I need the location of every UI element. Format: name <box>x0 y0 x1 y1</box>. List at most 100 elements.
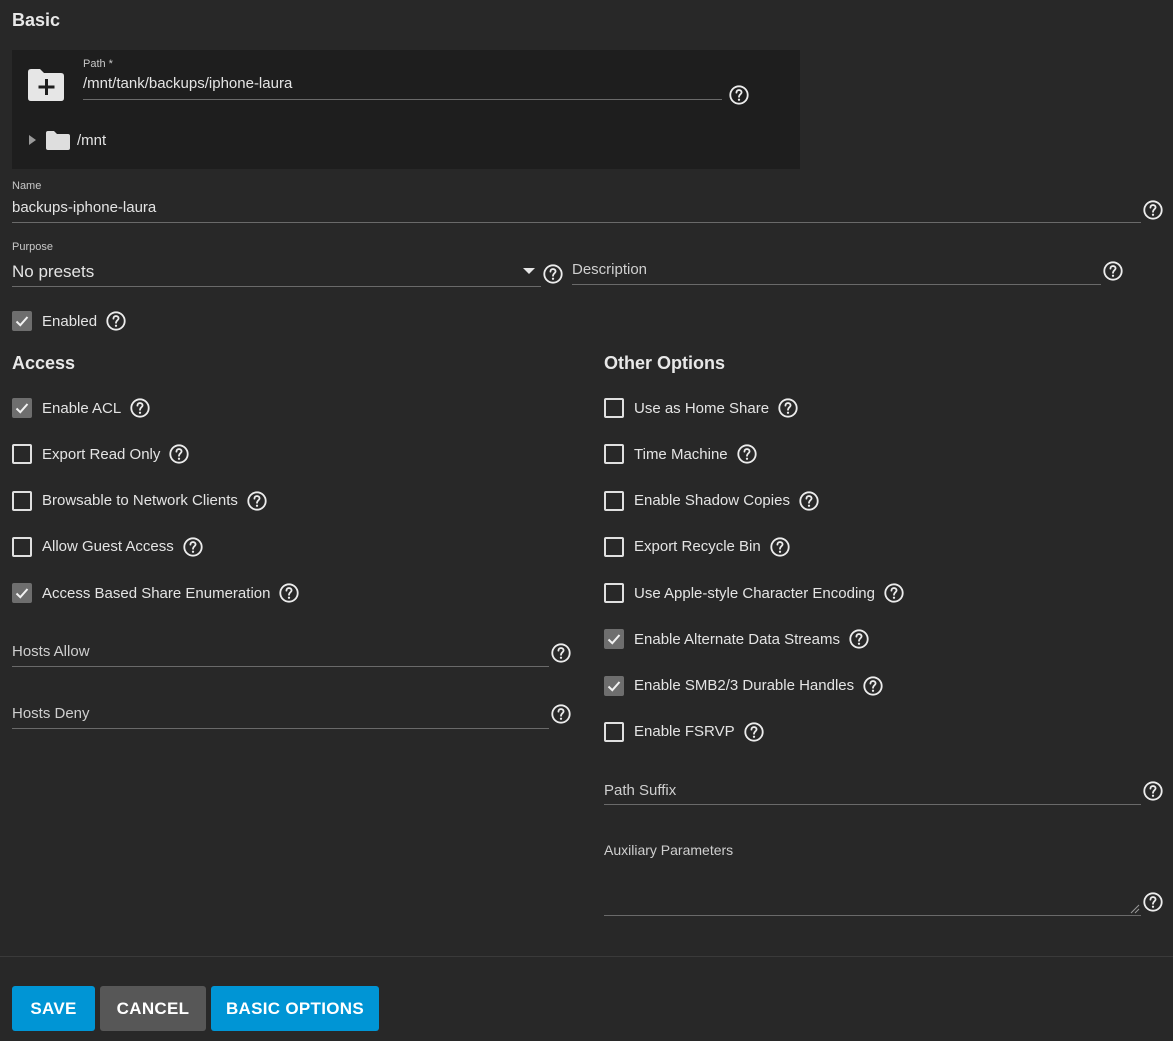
hosts-allow-help[interactable] <box>550 642 572 664</box>
time-machine-checkbox[interactable] <box>604 444 624 465</box>
description-input[interactable]: Description <box>572 258 1101 285</box>
help-icon[interactable] <box>550 703 572 725</box>
export-read-only-checkbox[interactable] <box>12 444 32 465</box>
option-enable-smb2-3-durable-handles[interactable]: Enable SMB2/3 Durable Handles <box>604 674 884 698</box>
resize-handle-icon[interactable] <box>1130 904 1140 914</box>
help-icon[interactable] <box>883 582 905 604</box>
use-as-home-share-help[interactable] <box>777 397 799 419</box>
enable-smb2-3-durable-handles-help[interactable] <box>862 675 884 697</box>
use-as-home-share-checkbox[interactable] <box>604 398 624 418</box>
tree-node-mnt[interactable]: /mnt <box>26 130 106 150</box>
enable-fsrvp-help[interactable] <box>743 721 765 743</box>
help-icon[interactable] <box>743 721 765 743</box>
enabled-help[interactable] <box>105 310 127 332</box>
enabled-label: Enabled <box>42 312 98 330</box>
save-button[interactable]: SAVE <box>12 986 95 1031</box>
option-export-recycle-bin[interactable]: Export Recycle Bin <box>604 535 791 559</box>
path-input[interactable]: /mnt/tank/backups/iphone-laura <box>83 75 722 100</box>
enable-alternate-data-streams-label: Enable Alternate Data Streams <box>634 630 840 648</box>
aux-params-textarea[interactable] <box>604 866 1141 916</box>
enable-smb2-3-durable-handles-checkbox[interactable] <box>604 675 624 696</box>
browsable-to-network-clients-checkbox[interactable] <box>12 490 32 511</box>
description-help[interactable] <box>1102 260 1124 282</box>
use-apple-style-character-encoding-checkbox[interactable] <box>604 583 624 603</box>
help-icon[interactable] <box>798 490 820 512</box>
export-read-only-help[interactable] <box>168 443 190 465</box>
option-time-machine[interactable]: Time Machine <box>604 442 758 466</box>
access-based-share-enumeration-checkbox[interactable] <box>12 583 32 603</box>
help-icon[interactable] <box>848 628 870 650</box>
name-help[interactable] <box>1142 199 1164 221</box>
enable-smb2-3-durable-handles-label: Enable SMB2/3 Durable Handles <box>634 677 855 694</box>
enabled-checkbox[interactable] <box>12 311 32 331</box>
path-suffix-placeholder: Path Suffix <box>604 782 677 799</box>
enable-alternate-data-streams-help[interactable] <box>848 628 870 650</box>
help-icon[interactable] <box>777 397 799 419</box>
enable-acl-checkbox[interactable] <box>12 398 32 418</box>
help-icon[interactable] <box>246 490 268 512</box>
help-icon[interactable] <box>728 84 750 106</box>
option-enable-alternate-data-streams[interactable]: Enable Alternate Data Streams <box>604 627 870 651</box>
option-browsable-to-network-clients[interactable]: Browsable to Network Clients <box>12 489 268 513</box>
help-icon[interactable] <box>550 642 572 664</box>
help-icon[interactable] <box>105 310 127 332</box>
hosts-deny-input[interactable]: Hosts Deny <box>12 702 549 729</box>
hosts-deny-placeholder: Hosts Deny <box>12 705 90 722</box>
help-icon[interactable] <box>542 263 564 285</box>
enable-fsrvp-checkbox[interactable] <box>604 721 624 742</box>
enable-shadow-copies-checkbox[interactable] <box>604 490 624 511</box>
export-recycle-bin-checkbox[interactable] <box>604 536 624 557</box>
aux-params-help[interactable] <box>1142 891 1164 913</box>
help-icon[interactable] <box>736 443 758 465</box>
footer-divider <box>0 956 1173 957</box>
basic-options-button[interactable]: BASIC OPTIONS <box>211 986 379 1031</box>
path-suffix-help[interactable] <box>1142 780 1164 802</box>
enable-acl-help[interactable] <box>129 397 151 419</box>
path-help[interactable] <box>728 84 750 106</box>
help-icon[interactable] <box>1102 260 1124 282</box>
access-based-share-enumeration-help[interactable] <box>278 582 300 604</box>
checkmark-icon <box>15 403 29 414</box>
help-icon[interactable] <box>769 536 791 558</box>
option-use-apple-style-character-encoding[interactable]: Use Apple-style Character Encoding <box>604 581 905 605</box>
option-access-based-share-enumeration[interactable]: Access Based Share Enumeration <box>12 581 300 605</box>
export-recycle-bin-help[interactable] <box>769 536 791 558</box>
help-icon[interactable] <box>1142 780 1164 802</box>
help-icon[interactable] <box>1142 199 1164 221</box>
checkmark-icon <box>15 316 29 327</box>
enable-acl-label: Enable ACL <box>42 399 122 417</box>
folder-plus-icon[interactable] <box>26 68 66 102</box>
section-title-other-options: Other Options <box>604 353 725 373</box>
help-icon[interactable] <box>129 397 151 419</box>
use-apple-style-character-encoding-help[interactable] <box>883 582 905 604</box>
help-icon[interactable] <box>168 443 190 465</box>
help-icon[interactable] <box>1142 891 1164 913</box>
browsable-to-network-clients-help[interactable] <box>246 490 268 512</box>
allow-guest-access-checkbox[interactable] <box>12 536 32 557</box>
option-allow-guest-access[interactable]: Allow Guest Access <box>12 535 204 559</box>
help-icon[interactable] <box>182 536 204 558</box>
purpose-select[interactable]: No presets <box>12 260 541 287</box>
help-icon[interactable] <box>862 675 884 697</box>
path-suffix-input[interactable]: Path Suffix <box>604 779 1141 805</box>
option-enable-fsrvp[interactable]: Enable FSRVP <box>604 720 765 744</box>
hosts-allow-input[interactable]: Hosts Allow <box>12 640 549 667</box>
enable-alternate-data-streams-checkbox[interactable] <box>604 629 624 650</box>
allow-guest-access-help[interactable] <box>182 536 204 558</box>
hosts-allow-placeholder: Hosts Allow <box>12 643 90 660</box>
enable-shadow-copies-help[interactable] <box>798 490 820 512</box>
option-use-as-home-share[interactable]: Use as Home Share <box>604 396 799 420</box>
expand-arrow-icon[interactable] <box>26 134 38 146</box>
dropdown-arrow-icon[interactable] <box>522 266 536 276</box>
cancel-button[interactable]: CANCEL <box>100 986 206 1031</box>
help-icon[interactable] <box>278 582 300 604</box>
use-apple-style-character-encoding-label: Use Apple-style Character Encoding <box>634 584 875 602</box>
option-enable-shadow-copies[interactable]: Enable Shadow Copies <box>604 489 820 513</box>
option-export-read-only[interactable]: Export Read Only <box>12 442 190 466</box>
hosts-deny-help[interactable] <box>550 703 572 725</box>
enabled-option[interactable]: Enabled <box>12 309 127 333</box>
name-input[interactable]: backups-iphone-laura <box>12 199 1141 223</box>
time-machine-help[interactable] <box>736 443 758 465</box>
purpose-help[interactable] <box>542 263 564 285</box>
option-enable-acl[interactable]: Enable ACL <box>12 396 151 420</box>
